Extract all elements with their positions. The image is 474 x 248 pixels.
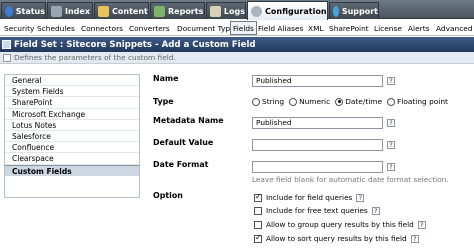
- subnav-field-aliases[interactable]: Field Aliases: [256, 22, 305, 35]
- tab-label: Content: [112, 6, 148, 16]
- option-text: Allow to sort query results by this fiel…: [266, 234, 407, 243]
- radio-datetime[interactable]: [335, 97, 344, 106]
- page-header: Field Set : Sitecore Snippets - Add a Cu…: [0, 37, 474, 52]
- top-tab-bar: Status Index Content Reports Logs Config…: [0, 0, 474, 20]
- name-help-icon[interactable]: ?: [387, 77, 395, 85]
- type-option-numeric[interactable]: Numeric: [289, 97, 330, 106]
- menu-item-custom-fields[interactable]: Custom Fields: [5, 164, 139, 176]
- option-group-results[interactable]: Allow to group query results by this fie…: [254, 220, 426, 229]
- menu-item-lotus-notes[interactable]: Lotus Notes: [5, 120, 139, 131]
- date-format-hint: Leave field blank for automatic date for…: [252, 175, 449, 184]
- metadata-name-label: Metadata Name: [153, 116, 224, 125]
- tab-reports[interactable]: Reports: [150, 2, 205, 19]
- index-icon: [51, 5, 62, 17]
- option-text: Include for free text queries: [266, 206, 368, 215]
- default-value-label: Default Value: [153, 138, 214, 147]
- logs-icon: [210, 5, 221, 17]
- tab-index[interactable]: Index: [47, 2, 93, 19]
- tab-content[interactable]: Content: [94, 2, 149, 19]
- metadata-name-input[interactable]: Published: [252, 117, 383, 129]
- date-format-label: Date Format: [153, 160, 209, 169]
- tab-label: Configuration: [265, 6, 327, 16]
- option-label: Option: [153, 191, 183, 200]
- subnav-sharepoint[interactable]: SharePoint: [327, 22, 371, 35]
- name-input[interactable]: Published: [252, 75, 383, 87]
- option-field-queries[interactable]: Include for field queries ?: [254, 192, 365, 202]
- type-option-string[interactable]: String: [252, 97, 284, 106]
- radio-label: String: [262, 97, 285, 106]
- date-format-input[interactable]: [252, 161, 383, 173]
- tab-label: Reports: [168, 6, 204, 16]
- menu-item-microsoft-exchange[interactable]: Microsoft Exchange: [5, 109, 139, 120]
- description-text: Defines the parameters of the custom fie…: [14, 53, 176, 62]
- menu-item-clearspace[interactable]: Clearspace: [5, 153, 139, 165]
- page-title: Field Set : Sitecore Snippets - Add a Cu…: [14, 39, 256, 50]
- reports-icon: [154, 5, 165, 17]
- checkbox-sort-results[interactable]: [254, 233, 262, 243]
- metadata-help-icon[interactable]: ?: [387, 119, 395, 127]
- radio-label: Numeric: [299, 97, 331, 106]
- subnav-xml[interactable]: XML: [306, 22, 326, 35]
- subnav-connectors[interactable]: Connectors: [79, 22, 125, 35]
- configuration-icon: [251, 5, 262, 17]
- option-text: Allow to group query results by this fie…: [266, 220, 414, 229]
- subnav-license[interactable]: License: [372, 22, 404, 35]
- field-set-icon: [2, 40, 11, 49]
- tab-support[interactable]: Support: [329, 2, 379, 19]
- subnav-schedules[interactable]: Schedules: [35, 22, 77, 35]
- option-sort-results[interactable]: Allow to sort query results by this fiel…: [254, 233, 419, 243]
- content-icon: [98, 5, 109, 17]
- radio-numeric[interactable]: [289, 97, 298, 106]
- default-value-input[interactable]: [252, 139, 383, 151]
- radio-string[interactable]: [252, 97, 260, 106]
- checkbox-field-queries[interactable]: [254, 192, 262, 202]
- type-radio-group: String Numeric Date/time Floating point: [252, 97, 453, 106]
- tab-label: Index: [65, 6, 90, 16]
- checkbox-group-results[interactable]: [254, 220, 262, 229]
- free-text-help-icon[interactable]: ?: [371, 206, 380, 215]
- default-value-help-icon[interactable]: ?: [387, 141, 395, 149]
- menu-item-sharepoint[interactable]: SharePoint: [5, 97, 139, 109]
- menu-item-system-fields[interactable]: System Fields: [5, 86, 139, 98]
- radio-label: Floating point: [397, 97, 448, 106]
- tab-label: Status: [15, 6, 45, 16]
- group-results-help-icon[interactable]: ?: [417, 220, 426, 229]
- field-set-menu: General System Fields SharePoint Microso…: [4, 74, 140, 198]
- subnav-converters[interactable]: Converters: [127, 22, 172, 35]
- menu-item-salesforce[interactable]: Salesforce: [5, 131, 139, 143]
- config-sub-nav: Security Schedules Connectors Converters…: [0, 20, 474, 36]
- info-icon: [3, 54, 11, 62]
- tab-label: Support: [341, 6, 378, 16]
- sort-results-help-icon[interactable]: ?: [410, 234, 419, 243]
- menu-item-confluence[interactable]: Confluence: [5, 142, 139, 154]
- subnav-fields[interactable]: Fields: [230, 21, 257, 35]
- type-option-floating-point[interactable]: Floating point: [387, 97, 448, 106]
- type-option-datetime[interactable]: Date/time: [335, 97, 382, 106]
- radio-floating-point[interactable]: [387, 97, 396, 106]
- option-free-text-queries[interactable]: Include for free text queries ?: [254, 206, 380, 215]
- tab-label: Logs: [223, 6, 245, 16]
- type-label: Type: [153, 97, 174, 106]
- subnav-alerts[interactable]: Alerts: [406, 22, 431, 35]
- checkbox-free-text-queries[interactable]: [254, 206, 262, 215]
- field-queries-help-icon[interactable]: ?: [356, 193, 365, 202]
- support-icon: [333, 5, 339, 17]
- radio-label: Date/time: [345, 97, 383, 106]
- tab-status[interactable]: Status: [1, 2, 46, 19]
- subnav-advanced[interactable]: Advanced: [434, 22, 474, 35]
- date-format-help-icon[interactable]: ?: [387, 163, 395, 171]
- status-icon: [5, 5, 13, 17]
- menu-item-general[interactable]: General: [5, 75, 139, 87]
- page-description: Defines the parameters of the custom fie…: [0, 52, 474, 64]
- tab-logs[interactable]: Logs: [206, 2, 246, 19]
- tab-configuration[interactable]: Configuration: [247, 1, 328, 20]
- option-text: Include for field queries: [266, 193, 353, 202]
- name-label: Name: [153, 74, 179, 83]
- subnav-security[interactable]: Security: [2, 22, 36, 35]
